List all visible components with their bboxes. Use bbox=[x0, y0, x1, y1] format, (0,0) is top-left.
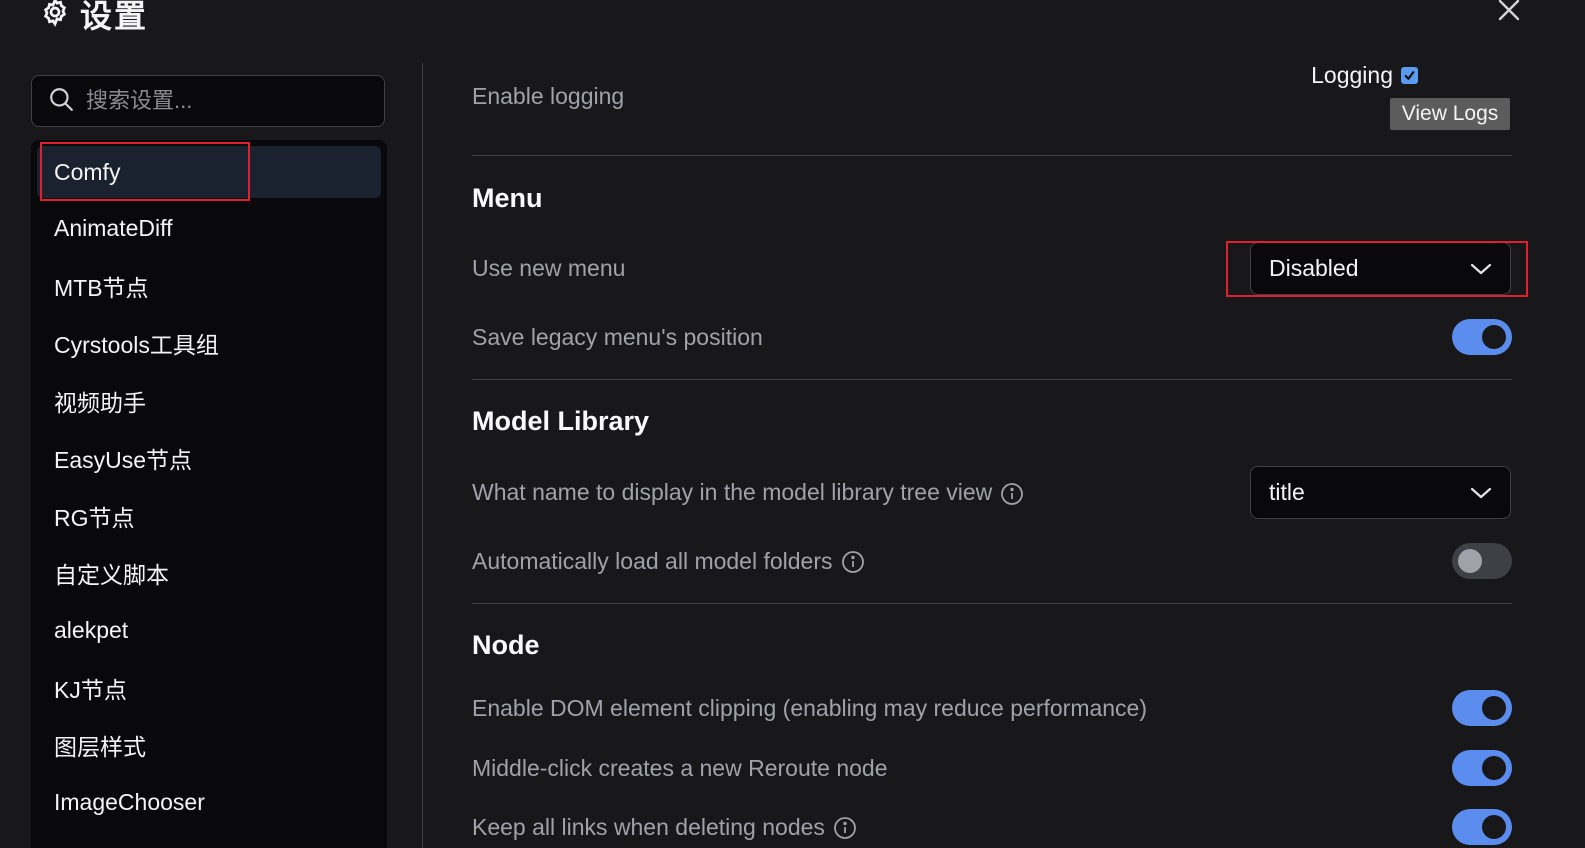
sidebar-item-video-helper[interactable]: 视频助手 bbox=[37, 372, 381, 429]
dialog-title: 设置 bbox=[80, 0, 149, 34]
toggle-knob bbox=[1482, 325, 1506, 349]
view-logs-button[interactable]: View Logs bbox=[1390, 98, 1510, 130]
dropdown-value: title bbox=[1269, 479, 1305, 505]
toggle-knob bbox=[1482, 815, 1506, 839]
dialog-header: 设置 bbox=[40, 0, 148, 34]
setting-label: Keep all links when deleting nodes bbox=[472, 813, 825, 840]
dropdown-value: Disabled bbox=[1269, 255, 1359, 281]
sidebar-item-label: Cyrstools工具组 bbox=[54, 332, 219, 359]
sidebar-item-alekpet[interactable]: alekpet bbox=[37, 602, 381, 659]
settings-dialog: 设置 Comfy AnimateDiff MTB节点 Cyrstools工具组 … bbox=[0, 0, 1585, 848]
setting-label-with-info: What name to display in the model librar… bbox=[472, 479, 1024, 506]
sidebar-item-label: 自定义脚本 bbox=[54, 562, 169, 589]
section-divider bbox=[472, 603, 1512, 604]
setting-row-auto-load: Automatically load all model folders bbox=[472, 542, 1512, 580]
save-legacy-toggle[interactable] bbox=[1452, 319, 1512, 355]
sidebar-item-cyrstools[interactable]: Cyrstools工具组 bbox=[37, 315, 381, 372]
sidebar-item-imagechooser[interactable]: ImageChooser bbox=[37, 774, 381, 831]
setting-row-dom-clipping: Enable DOM element clipping (enabling ma… bbox=[472, 689, 1512, 727]
setting-label: Middle-click creates a new Reroute node bbox=[472, 754, 888, 781]
setting-row-keep-links: Keep all links when deleting nodes bbox=[472, 808, 1512, 846]
toggle-knob bbox=[1482, 696, 1506, 720]
sidebar-item-label: ImageChooser bbox=[54, 789, 205, 816]
setting-label-with-info: Keep all links when deleting nodes bbox=[472, 813, 856, 841]
setting-label: Enable logging bbox=[472, 82, 625, 109]
section-title-menu: Menu bbox=[472, 183, 543, 213]
section-divider bbox=[472, 155, 1512, 156]
section-title-model-library: Model Library bbox=[472, 406, 650, 436]
sidebar-item-layer-style[interactable]: 图层样式 bbox=[37, 717, 381, 774]
gear-icon bbox=[40, 0, 70, 32]
toggle-knob bbox=[1458, 549, 1482, 573]
sidebar-item-custom-scripts[interactable]: 自定义脚本 bbox=[37, 544, 381, 601]
sidebar-item-label: KJ节点 bbox=[54, 676, 127, 703]
search-icon bbox=[48, 86, 74, 117]
setting-label: Automatically load all model folders bbox=[472, 547, 833, 574]
dom-clipping-toggle[interactable] bbox=[1452, 690, 1512, 726]
setting-label: Use new menu bbox=[472, 255, 626, 281]
logging-checkbox-row: Logging bbox=[1311, 62, 1418, 89]
sidebar-item-label: 视频助手 bbox=[54, 389, 146, 416]
middle-click-toggle[interactable] bbox=[1452, 750, 1512, 786]
sidebar-item-animatediff[interactable]: AnimateDiff bbox=[37, 200, 381, 257]
chevron-down-icon bbox=[1470, 479, 1492, 506]
setting-label: Save legacy menu's position bbox=[472, 323, 763, 350]
logging-checkbox[interactable] bbox=[1401, 67, 1418, 84]
sidebar-item-label: 图层样式 bbox=[54, 734, 146, 761]
sidebar-item-label: alekpet bbox=[54, 616, 129, 643]
chevron-down-icon bbox=[1470, 255, 1492, 282]
sidebar-item-comfy[interactable]: Comfy bbox=[37, 146, 381, 198]
info-icon[interactable] bbox=[841, 550, 864, 573]
setting-label-with-info: Automatically load all model folders bbox=[472, 547, 864, 575]
sidebar-item-label: MTB节点 bbox=[54, 275, 149, 302]
setting-row-save-legacy: Save legacy menu's position bbox=[472, 318, 1512, 356]
settings-panel: Enable logging Logging View Logs Menu Us… bbox=[472, 0, 1512, 848]
logging-checkbox-label: Logging bbox=[1311, 62, 1393, 88]
search-input[interactable] bbox=[84, 87, 368, 115]
search-box bbox=[31, 75, 385, 127]
sidebar-item-mtb[interactable]: MTB节点 bbox=[37, 257, 381, 314]
auto-load-toggle[interactable] bbox=[1452, 543, 1512, 579]
sidebar-item-rg[interactable]: RG节点 bbox=[37, 487, 381, 544]
logging-controls: Logging View Logs bbox=[1292, 60, 1512, 132]
setting-label: What name to display in the model librar… bbox=[472, 479, 993, 505]
toggle-knob bbox=[1482, 756, 1506, 780]
section-divider bbox=[472, 379, 1512, 380]
setting-row-use-new-menu: Use new menu Disabled bbox=[472, 242, 1512, 295]
display-name-dropdown[interactable]: title bbox=[1250, 466, 1511, 519]
sidebar-item-label: Comfy bbox=[54, 158, 121, 185]
section-title-node: Node bbox=[472, 630, 540, 660]
setting-label: Enable DOM element clipping (enabling ma… bbox=[472, 694, 1148, 721]
info-icon[interactable] bbox=[1000, 482, 1024, 505]
sidebar-item-label: AnimateDiff bbox=[54, 215, 173, 242]
use-new-menu-dropdown[interactable]: Disabled bbox=[1250, 242, 1511, 295]
vertical-divider bbox=[422, 63, 423, 848]
keep-links-toggle[interactable] bbox=[1452, 809, 1512, 845]
sidebar-item-kj[interactable]: KJ节点 bbox=[37, 659, 381, 716]
sidebar-item-easyuse[interactable]: EasyUse节点 bbox=[37, 430, 381, 487]
info-icon[interactable] bbox=[833, 816, 856, 839]
sidebar-item-label: RG节点 bbox=[54, 504, 135, 531]
sidebar-item-label: EasyUse节点 bbox=[54, 447, 193, 474]
setting-row-display-name: What name to display in the model librar… bbox=[472, 466, 1512, 519]
setting-row-middle-click: Middle-click creates a new Reroute node bbox=[472, 749, 1512, 787]
category-list: Comfy AnimateDiff MTB节点 Cyrstools工具组 视频助… bbox=[31, 140, 387, 848]
